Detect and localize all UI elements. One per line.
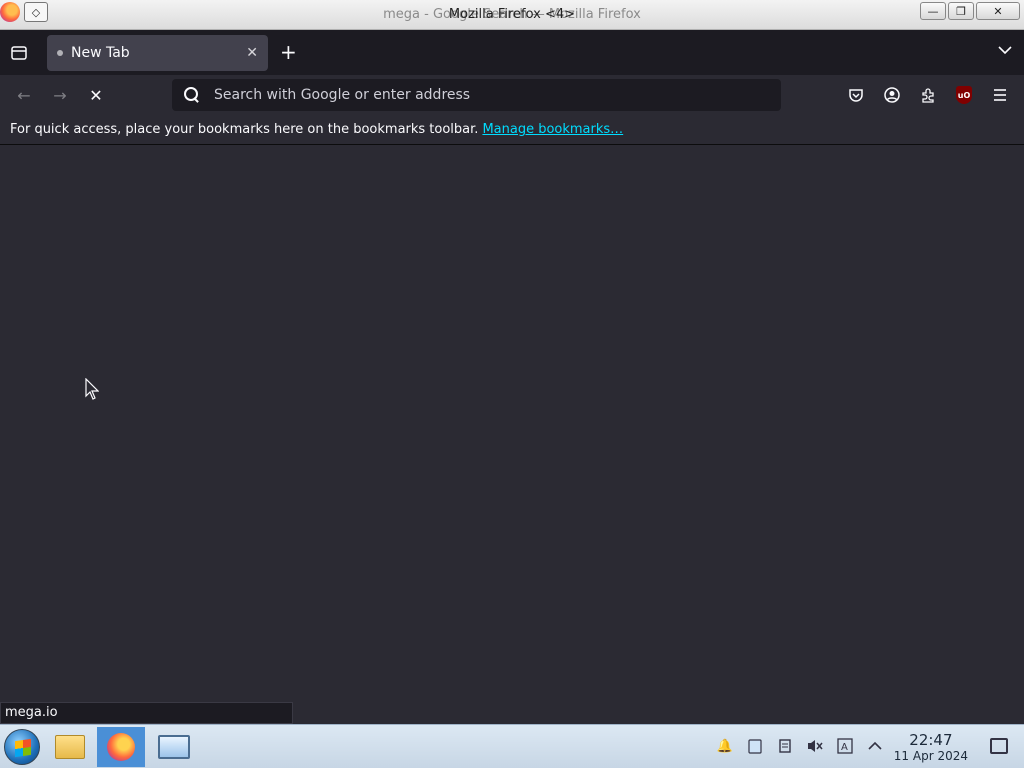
system-settings-taskbar-button[interactable] xyxy=(150,727,198,767)
close-tab-icon[interactable]: ✕ xyxy=(246,45,258,61)
page-content[interactable] xyxy=(0,146,1024,724)
clock-date: 11 Apr 2024 xyxy=(893,749,968,763)
tray-expand-icon[interactable] xyxy=(866,737,884,755)
window-titlebar[interactable]: ◇ mega - Google Search — Mozilla Firefox… xyxy=(0,0,1024,30)
close-window-button[interactable]: ✕ xyxy=(976,2,1020,20)
storage-icon[interactable] xyxy=(776,737,794,755)
svg-text:A: A xyxy=(841,742,848,753)
mouse-cursor-icon xyxy=(85,377,100,404)
tab-strip: New Tab ✕ + xyxy=(0,30,1024,75)
manage-bookmarks-link[interactable]: Manage bookmarks… xyxy=(482,122,623,137)
new-tab-button[interactable]: + xyxy=(280,42,297,62)
clipboard-icon[interactable] xyxy=(746,737,764,755)
system-tray: 🔔 A xyxy=(716,737,884,755)
url-bar[interactable] xyxy=(172,79,781,111)
keyboard-layout-icon[interactable]: A xyxy=(836,737,854,755)
file-manager-taskbar-button[interactable] xyxy=(46,727,94,767)
back-button[interactable]: ← xyxy=(12,83,36,107)
show-desktop-button[interactable] xyxy=(990,738,1008,754)
list-all-tabs-icon[interactable] xyxy=(998,43,1012,59)
menu-icon[interactable] xyxy=(988,83,1012,107)
url-input[interactable] xyxy=(214,87,754,103)
firefox-view-icon[interactable] xyxy=(10,44,28,62)
status-panel: mega.io xyxy=(0,702,293,724)
minimize-button[interactable]: — xyxy=(920,2,946,20)
start-menu-button[interactable] xyxy=(4,729,40,765)
volume-muted-icon[interactable] xyxy=(806,737,824,755)
firefox-icon xyxy=(107,733,135,761)
account-icon[interactable] xyxy=(880,83,904,107)
forward-button[interactable]: → xyxy=(48,83,72,107)
navigation-toolbar: ← → ✕ uO xyxy=(0,75,1024,115)
loading-dot-icon xyxy=(57,50,63,56)
tab-new-tab[interactable]: New Tab ✕ xyxy=(47,35,268,71)
search-icon xyxy=(184,87,200,103)
tab-label: New Tab xyxy=(71,45,130,61)
monitor-icon xyxy=(158,735,190,759)
window-title: Mozilla Firefox <4> xyxy=(448,7,576,22)
firefox-taskbar-button[interactable] xyxy=(97,727,145,767)
maximize-button[interactable]: ❐ xyxy=(948,2,974,20)
notifications-bell-icon[interactable]: 🔔 xyxy=(716,737,734,755)
ublock-origin-icon[interactable]: uO xyxy=(952,83,976,107)
pocket-icon[interactable] xyxy=(844,83,868,107)
stop-button[interactable]: ✕ xyxy=(84,83,108,107)
bookmarks-hint-text: For quick access, place your bookmarks h… xyxy=(10,122,479,137)
clock[interactable]: 22:47 11 Apr 2024 xyxy=(894,731,968,763)
taskbar: 🔔 A 22:47 11 Apr 2024 xyxy=(0,724,1024,768)
bookmarks-toolbar: For quick access, place your bookmarks h… xyxy=(0,115,1024,145)
folder-icon xyxy=(55,735,85,759)
extensions-icon[interactable] xyxy=(916,83,940,107)
clock-time: 22:47 xyxy=(909,731,953,749)
